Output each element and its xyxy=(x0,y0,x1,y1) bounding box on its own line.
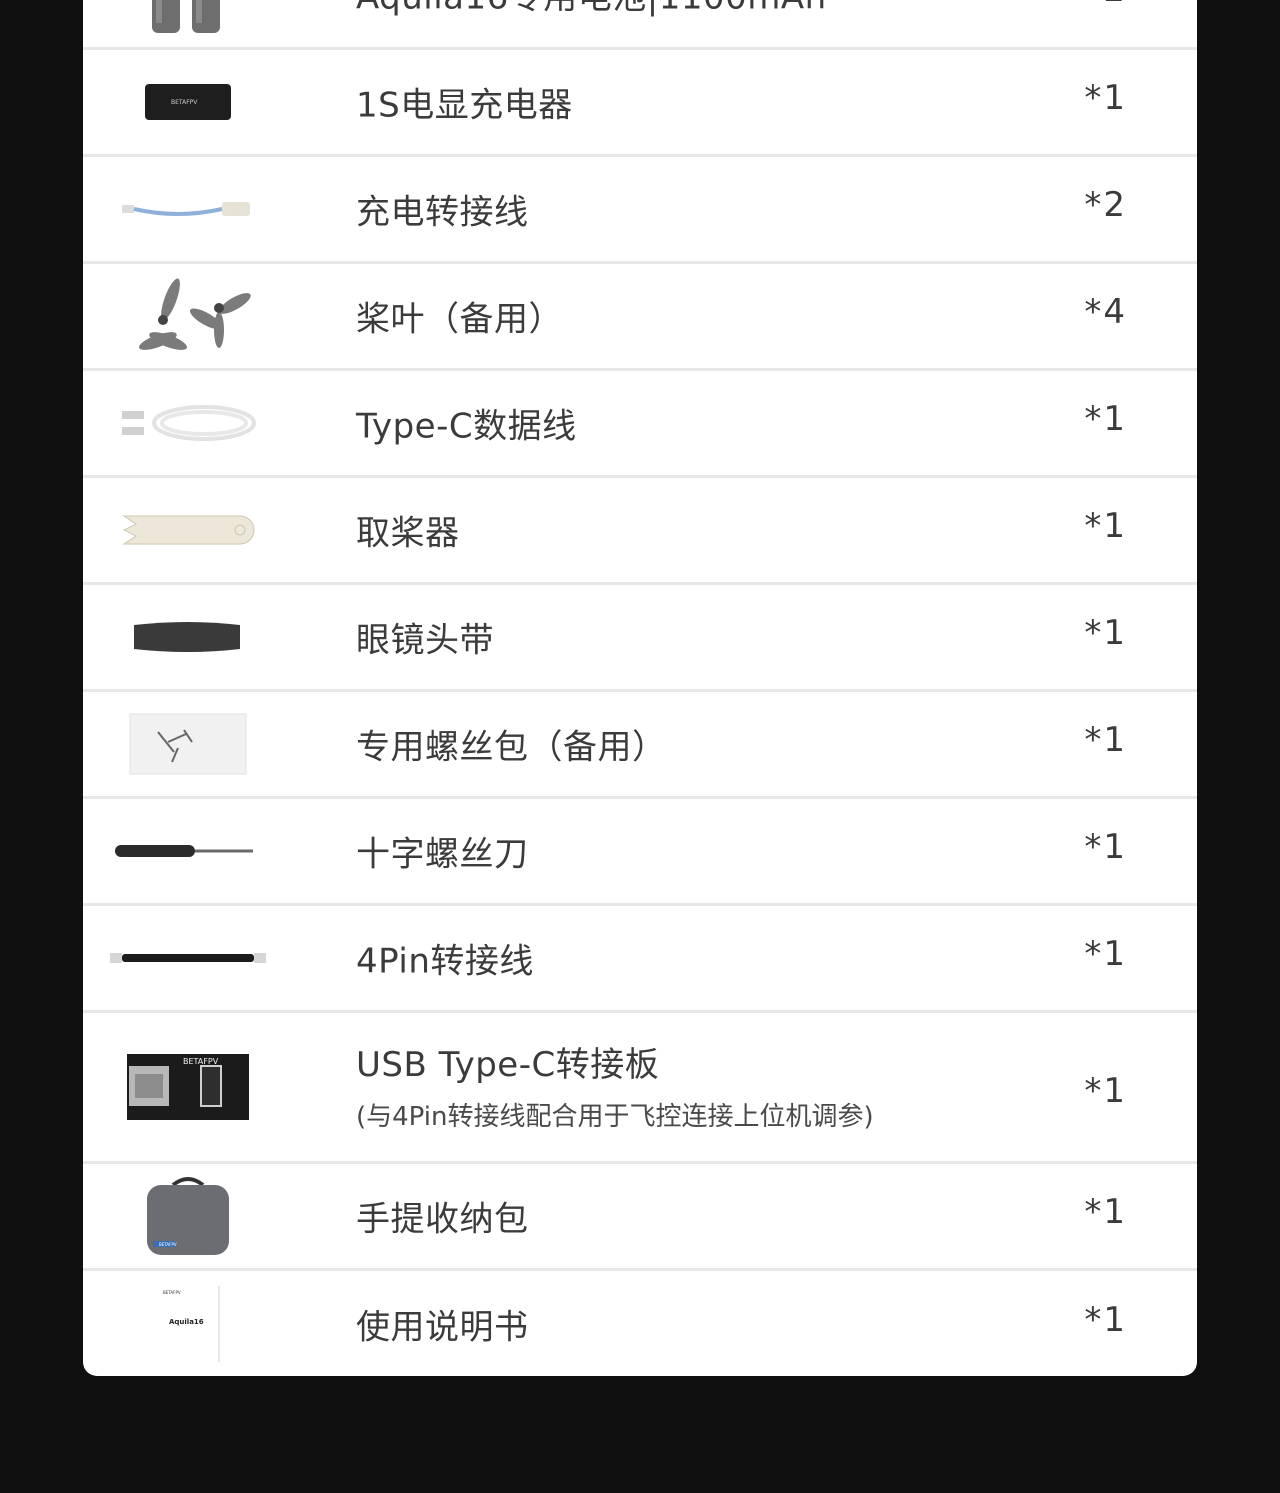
charger-brand: BETAFPV xyxy=(171,99,198,106)
item-name: 4Pin转接线 xyxy=(356,941,534,982)
item-name: 手提收纳包 xyxy=(356,1199,529,1240)
manual-title: Aquila16 xyxy=(169,1318,204,1326)
manual-brand: BETAFPV xyxy=(163,1290,181,1295)
item-qty: *1 xyxy=(1084,1299,1127,1340)
item-qty: *1 xyxy=(1084,78,1127,118)
item-name: USB Type-C转接板 (与4Pin转接线配合用于飞控连接上位机调参) xyxy=(356,1037,874,1133)
prop-remover-icon xyxy=(103,478,273,582)
item-qty: *1 xyxy=(1084,934,1127,974)
charging-cable-icon xyxy=(103,157,273,261)
item-qty: *1 xyxy=(1084,1192,1127,1232)
item-qty: *1 xyxy=(1084,399,1127,439)
list-item: BETAFPV Aquila16 使用说明书 *1 xyxy=(83,1268,1197,1376)
packing-list-card: Aquila16专用电池|1100mAh *2 BETAFPV 1S电显充电器 … xyxy=(83,0,1197,1376)
item-name: 桨叶（备用） xyxy=(356,299,563,340)
propeller-icon xyxy=(103,264,273,368)
item-qty: *1 xyxy=(1084,827,1127,867)
battery-icon xyxy=(103,0,273,47)
list-item: 取桨器 *1 xyxy=(83,475,1197,582)
list-item: BETAFPV 1S电显充电器 *1 xyxy=(83,47,1197,154)
item-name: 专用螺丝包（备用） xyxy=(356,727,667,768)
item-qty: *2 xyxy=(1084,0,1127,10)
item-note: (与4Pin转接线配合用于飞控连接上位机调参) xyxy=(356,1102,874,1133)
item-qty: *2 xyxy=(1084,185,1127,225)
manual-icon: BETAFPV Aquila16 xyxy=(103,1271,273,1376)
usb-cable-icon xyxy=(103,371,273,475)
item-name: 充电转接线 xyxy=(356,192,529,233)
board-brand: BETAFPV xyxy=(183,1057,219,1066)
carry-case-icon: BETAFPV xyxy=(103,1164,273,1268)
item-qty: *1 xyxy=(1084,1071,1127,1111)
item-name: Type-C数据线 xyxy=(356,406,577,447)
list-item: BETAFPV 手提收纳包 *1 xyxy=(83,1161,1197,1268)
4pin-cable-icon xyxy=(103,906,273,1010)
goggle-strap-icon xyxy=(103,585,273,689)
list-item: 十字螺丝刀 *1 xyxy=(83,796,1197,903)
list-item: Type-C数据线 *1 xyxy=(83,368,1197,475)
screwdriver-icon xyxy=(103,799,273,903)
list-item: 专用螺丝包（备用） *1 xyxy=(83,689,1197,796)
charger-icon: BETAFPV xyxy=(103,50,273,154)
item-name: 眼镜头带 xyxy=(356,620,494,661)
list-item: 眼镜头带 *1 xyxy=(83,582,1197,689)
item-qty: *1 xyxy=(1084,720,1127,760)
item-name: 1S电显充电器 xyxy=(356,85,573,126)
list-item: Aquila16专用电池|1100mAh *2 xyxy=(83,0,1197,47)
item-name: Aquila16专用电池|1100mAh xyxy=(356,0,827,19)
item-name: 取桨器 xyxy=(356,513,460,554)
item-qty: *1 xyxy=(1084,506,1127,546)
list-item: 桨叶（备用） *4 xyxy=(83,261,1197,368)
item-qty: *4 xyxy=(1084,292,1127,332)
list-item: 充电转接线 *2 xyxy=(83,154,1197,261)
case-brand: BETAFPV xyxy=(159,1242,177,1247)
list-item: BETAFPV USB Type-C转接板 (与4Pin转接线配合用于飞控连接上… xyxy=(83,1010,1197,1161)
item-name: 十字螺丝刀 xyxy=(356,834,529,875)
item-name: 使用说明书 xyxy=(356,1307,529,1347)
item-qty: *1 xyxy=(1084,613,1127,653)
list-item: 4Pin转接线 *1 xyxy=(83,903,1197,1010)
item-name-main: USB Type-C转接板 xyxy=(356,1045,660,1086)
usb-adapter-board-icon: BETAFPV xyxy=(103,1013,273,1161)
screw-pack-icon xyxy=(103,692,273,796)
